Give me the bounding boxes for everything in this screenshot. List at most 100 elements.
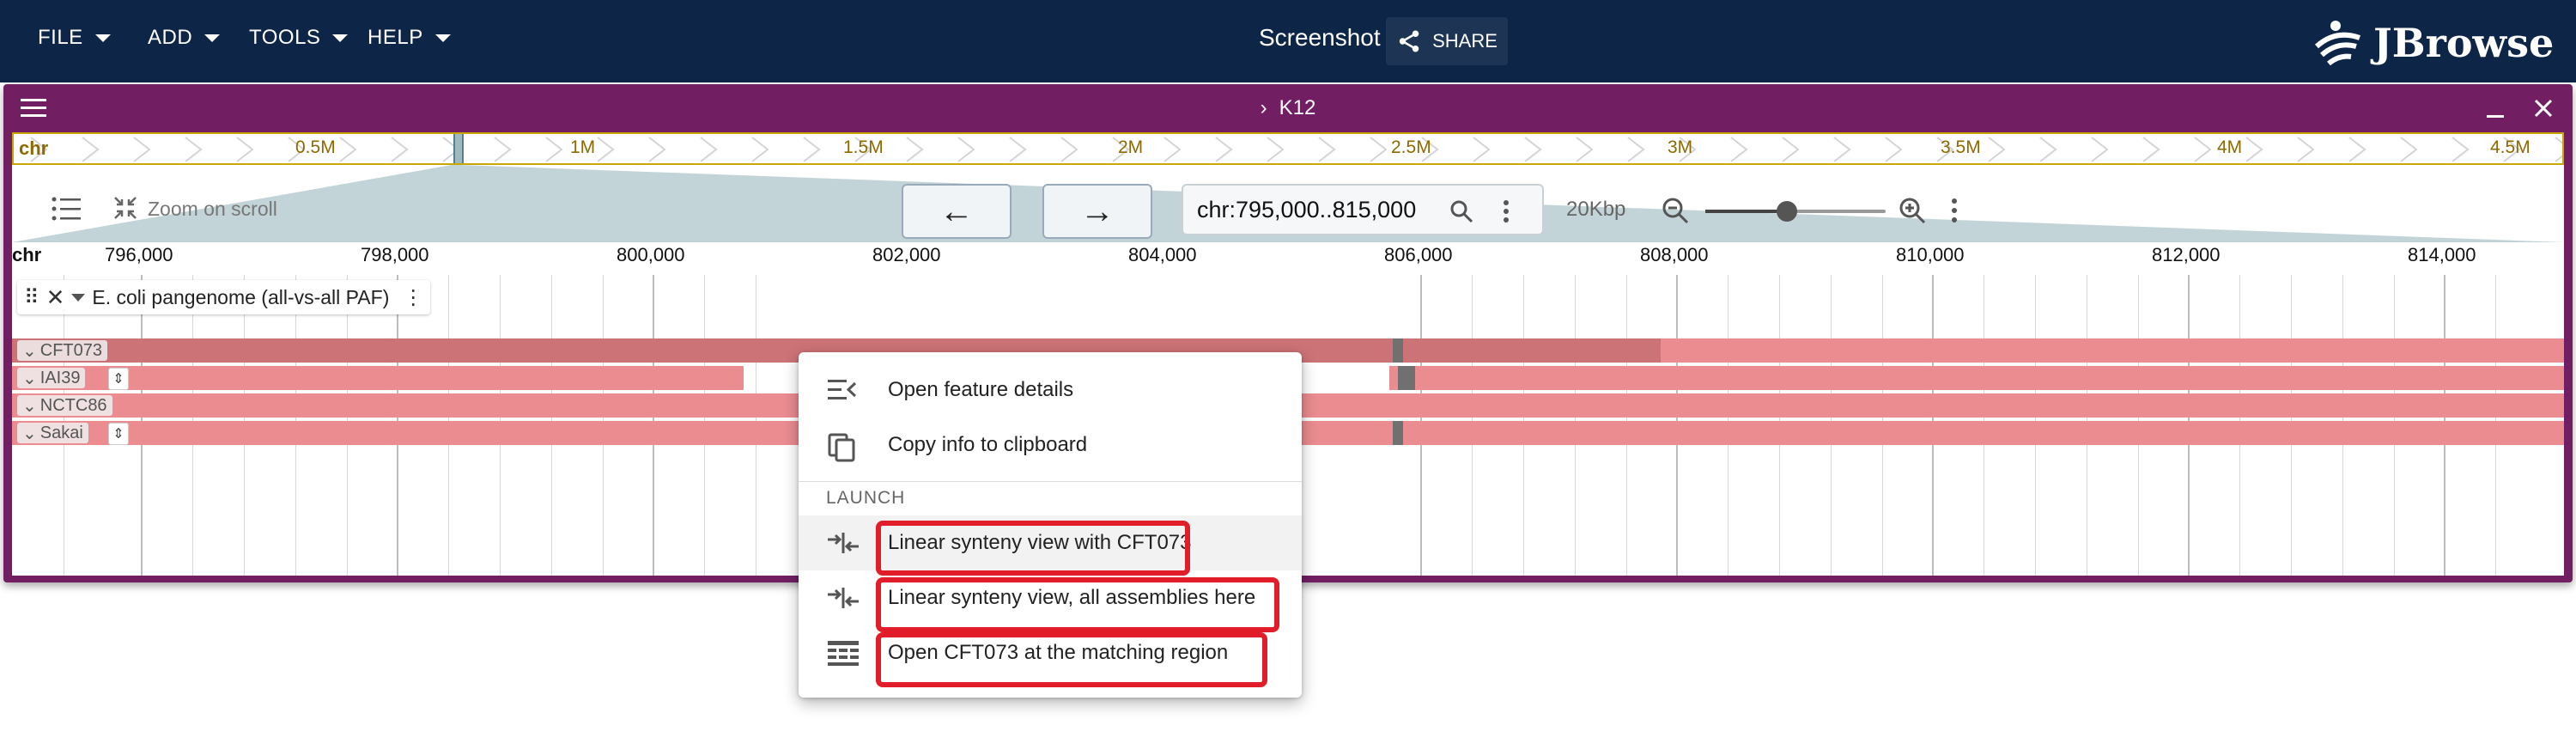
- minimize-icon[interactable]: [2487, 115, 2504, 118]
- menu-file[interactable]: FILE: [38, 26, 111, 50]
- share-icon: [1399, 30, 1419, 52]
- location-search-box[interactable]: [1182, 184, 1544, 235]
- zoom-slider-thumb[interactable]: [1776, 201, 1797, 222]
- unfold-icon: ⇕: [112, 372, 125, 387]
- zoom-on-scroll-label[interactable]: Zoom on scroll: [148, 198, 277, 221]
- ruler-tick-label: 804,000: [1128, 244, 1197, 265]
- chevron-right-icon: [1833, 137, 1851, 162]
- chevron-right-icon: [391, 137, 409, 162]
- overview-chevrons: [30, 137, 2562, 162]
- jbrowse-logo-icon: [2314, 21, 2361, 66]
- overview-tick: 2M: [1118, 137, 1144, 157]
- alignment-block[interactable]: [1389, 366, 2564, 390]
- bp-per-px-label: 20Kbp: [1566, 198, 1626, 221]
- menu-help-label: HELP: [368, 26, 423, 49]
- chevron-right-icon: [1627, 137, 1645, 162]
- chevron-down-icon[interactable]: ⌄: [22, 368, 37, 389]
- chevron-right-icon: [803, 137, 821, 162]
- pan-left-button[interactable]: ←: [902, 184, 1012, 239]
- expand-collapse-button[interactable]: ⇕: [108, 423, 129, 445]
- alignment-block[interactable]: [1393, 338, 1403, 363]
- chevron-right-icon: [2555, 137, 2562, 162]
- chevron-right-icon: [2451, 137, 2470, 162]
- ruler-tick-label: 806,000: [1384, 244, 1453, 265]
- track-collapse-icon[interactable]: [71, 293, 86, 302]
- zoom-in-icon[interactable]: [1898, 196, 1927, 225]
- chevron-right-icon: [2091, 137, 2109, 162]
- zoom-slider[interactable]: [1705, 201, 1886, 222]
- chevron-right-icon[interactable]: ›: [1261, 96, 1267, 119]
- row-label: ⌄ CFT073: [17, 340, 108, 362]
- track-name: E. coli pangenome (all-vs-all PAF): [92, 285, 390, 308]
- chevron-right-icon: [1730, 137, 1748, 162]
- chevron-right-icon: [2194, 137, 2212, 162]
- zoom-out-icon[interactable]: [1661, 196, 1690, 225]
- close-icon[interactable]: [2533, 98, 2554, 119]
- more-vertical-icon[interactable]: [1503, 199, 1510, 223]
- row-label: ⌄ NCTC86: [17, 395, 112, 416]
- ruler-tick-label: 796,000: [105, 244, 173, 265]
- chevron-right-icon: [1988, 137, 2006, 162]
- overview-chr-label: chr: [19, 137, 49, 159]
- feature-context-menu: Open feature details Copy info to clipbo…: [799, 352, 1302, 698]
- ruler-tick-label: 812,000: [2152, 244, 2221, 265]
- overview-tick: 1.5M: [843, 137, 884, 157]
- row-label: ⌄ Sakai: [17, 423, 88, 443]
- overview-tick: 0.5M: [295, 137, 336, 157]
- menu-add[interactable]: ADD: [148, 26, 221, 50]
- alignment-block[interactable]: [1661, 338, 2564, 363]
- menu-item-copy-info[interactable]: Copy info to clipboard: [799, 418, 1302, 472]
- overview-region-highlight[interactable]: [453, 134, 464, 163]
- chevron-down-icon[interactable]: ⌄: [22, 340, 37, 362]
- drag-handle-icon[interactable]: ⠿: [24, 285, 39, 310]
- jbrowse-logo: JBrowse: [2310, 17, 2554, 69]
- chevron-right-icon: [1163, 137, 1182, 162]
- ruler-tick-label: 802,000: [872, 244, 941, 265]
- menu-file-label: FILE: [38, 26, 83, 49]
- overview-tick: 3.5M: [1941, 137, 1981, 157]
- view-title: › K12: [3, 96, 2573, 120]
- zoom-on-scroll-icon[interactable]: [113, 196, 137, 220]
- overview-tick: 2.5M: [1391, 137, 1431, 157]
- menu-item-open-feature-details[interactable]: Open feature details: [799, 363, 1302, 418]
- row-label: ⌄ IAI39: [17, 368, 86, 389]
- menu-item-label: Copy info to clipboard: [888, 433, 1088, 456]
- view-title-label[interactable]: K12: [1279, 96, 1316, 119]
- alignment-block[interactable]: [1398, 366, 1415, 390]
- session-name[interactable]: Screenshot: [1259, 24, 1381, 52]
- menu-tools-label: TOOLS: [249, 26, 321, 49]
- chevron-right-icon: [648, 137, 666, 162]
- arrow-left-icon: ←: [939, 192, 974, 230]
- chevron-right-icon: [82, 137, 100, 162]
- ruler-tick-label: 814,000: [2408, 244, 2476, 265]
- expand-collapse-button[interactable]: ⇕: [108, 368, 129, 390]
- search-icon[interactable]: [1449, 199, 1473, 223]
- chevron-right-icon: [1576, 137, 1594, 162]
- close-track-icon[interactable]: ✕: [46, 284, 65, 311]
- menu-tools[interactable]: TOOLS: [249, 26, 349, 50]
- chevron-right-icon: [700, 137, 718, 162]
- ruler[interactable]: chr 796,000 798,000 800,000 802,000 804,…: [12, 241, 2564, 275]
- row-label-text: Sakai: [39, 423, 83, 442]
- chevron-right-icon: [1782, 137, 1800, 162]
- chevron-right-icon: [1885, 137, 1903, 162]
- chevron-right-icon: [494, 137, 512, 162]
- location-input[interactable]: [1195, 196, 1456, 224]
- row-label-text: IAI39: [39, 368, 81, 387]
- chevron-down-icon[interactable]: ⌄: [22, 423, 37, 444]
- track-label: ⠿ ✕ E. coli pangenome (all-vs-all PAF) ⋮: [17, 280, 431, 314]
- chevron-right-icon: [236, 137, 254, 162]
- pan-right-button[interactable]: →: [1042, 184, 1152, 239]
- chevron-down-icon[interactable]: ⌄: [22, 395, 37, 417]
- row-label-text: NCTC86: [39, 395, 107, 415]
- track-selector-icon[interactable]: [52, 196, 81, 222]
- view-options-icon[interactable]: [1951, 198, 1958, 223]
- menu-help[interactable]: HELP: [368, 26, 451, 50]
- share-button[interactable]: SHARE: [1386, 17, 1508, 65]
- chevron-right-icon: [185, 137, 203, 162]
- overview-scalebar[interactable]: chr 0.5M 1M 1.5M 2M 2.5M 3M 3.5M 4M 4.5M: [12, 132, 2564, 165]
- feature-details-icon: [828, 380, 857, 399]
- chevron-right-icon: [597, 137, 615, 162]
- alignment-block[interactable]: [1393, 421, 1403, 445]
- track-menu-icon[interactable]: ⋮: [403, 285, 423, 310]
